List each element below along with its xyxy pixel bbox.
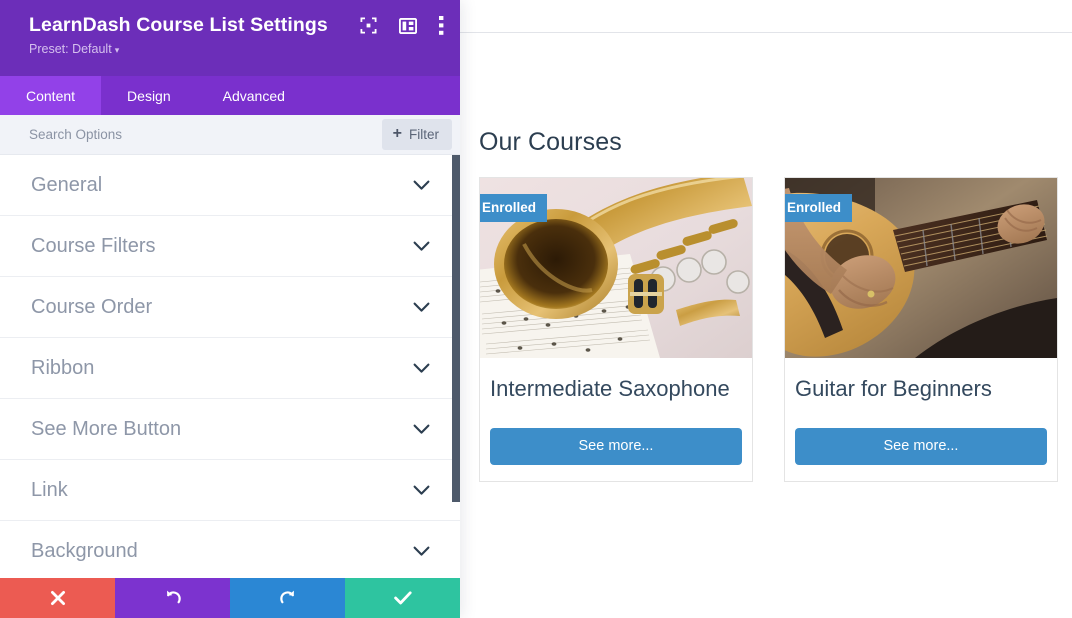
panel-scrollbar-track[interactable] (452, 155, 460, 578)
accordion-item-course-order[interactable]: Course Order (0, 277, 460, 338)
filter-button[interactable]: + Filter (381, 119, 452, 150)
tab-advanced[interactable]: Advanced (197, 76, 311, 115)
accordion-label: Link (31, 478, 68, 501)
redo-icon (279, 589, 297, 607)
accordion-label: General (31, 173, 103, 196)
courses-heading: Our Courses (479, 128, 622, 156)
accordion-item-background[interactable]: Background (0, 521, 460, 578)
chevron-down-icon (413, 485, 430, 496)
chevron-down-icon (413, 546, 430, 557)
plus-icon: + (392, 125, 402, 142)
settings-panel: LearnDash Course List Settings Preset: D… (0, 0, 460, 618)
accordion-label: Course Order (31, 295, 153, 318)
chevron-down-icon (413, 363, 430, 374)
accordion-item-ribbon[interactable]: Ribbon (0, 338, 460, 399)
more-vertical-icon[interactable] (439, 16, 444, 35)
panel-tabs: Content Design Advanced (0, 76, 460, 115)
accordion-label: Ribbon (31, 356, 95, 379)
accordion-item-see-more-button[interactable]: See More Button (0, 399, 460, 460)
filter-button-label: Filter (409, 126, 439, 142)
tab-design[interactable]: Design (101, 76, 197, 115)
tab-content[interactable]: Content (0, 76, 102, 115)
course-badge: Enrolled (785, 194, 853, 228)
accordion-item-general[interactable]: General (0, 155, 460, 216)
see-more-button[interactable]: See more... (490, 428, 742, 466)
panel-action-bar (0, 578, 460, 618)
undo-button[interactable] (115, 578, 230, 618)
settings-accordion: General Course Filters Course Order Ribb… (0, 155, 460, 578)
undo-icon (164, 589, 182, 607)
course-button-row: See more... (785, 402, 1057, 481)
panel-header: LearnDash Course List Settings Preset: D… (0, 0, 460, 76)
panel-scrollbar-thumb[interactable] (452, 155, 460, 502)
course-title: Intermediate Saxophone (490, 376, 730, 401)
cancel-button[interactable] (0, 578, 115, 618)
accordion-label: Background (31, 539, 138, 562)
preset-selector[interactable]: Preset: Default ▾ (29, 42, 119, 56)
redo-button[interactable] (230, 578, 345, 618)
course-thumbnail-saxophone: Enrolled (480, 178, 752, 358)
focus-icon[interactable] (360, 17, 377, 34)
course-button-row: See more... (480, 402, 752, 481)
app-root: Our Courses Enrolled Intermediate Saxoph… (0, 0, 1072, 618)
chevron-down-icon (413, 241, 430, 252)
course-title: Guitar for Beginners (795, 376, 992, 401)
save-button[interactable] (345, 578, 460, 618)
check-icon (393, 591, 412, 605)
course-card[interactable]: Enrolled Intermediate Saxophone See more… (479, 177, 753, 483)
accordion-item-link[interactable]: Link (0, 460, 460, 521)
courses-module: Our Courses Enrolled Intermediate Saxoph… (479, 128, 1059, 483)
chevron-down-icon: ▾ (114, 44, 120, 55)
accordion-item-course-filters[interactable]: Course Filters (0, 216, 460, 277)
layout-panel-icon[interactable] (399, 17, 417, 34)
see-more-button[interactable]: See more... (795, 428, 1047, 466)
search-input[interactable] (29, 127, 382, 142)
search-bar: + Filter (0, 115, 460, 155)
preset-label: Preset: Default (29, 42, 112, 57)
course-thumbnail-guitar: Enrolled (785, 178, 1057, 358)
chevron-down-icon (413, 424, 430, 435)
chevron-down-icon (413, 180, 430, 191)
accordion-label: See More Button (31, 417, 182, 440)
course-grid: Enrolled Intermediate Saxophone See more… (479, 177, 1059, 483)
accordion-label: Course Filters (31, 234, 156, 257)
close-icon (50, 590, 66, 606)
course-badge: Enrolled (480, 194, 548, 228)
header-icon-group (360, 16, 444, 35)
chevron-down-icon (413, 302, 430, 313)
course-card[interactable]: Enrolled Guitar for Beginners See more..… (784, 177, 1058, 483)
